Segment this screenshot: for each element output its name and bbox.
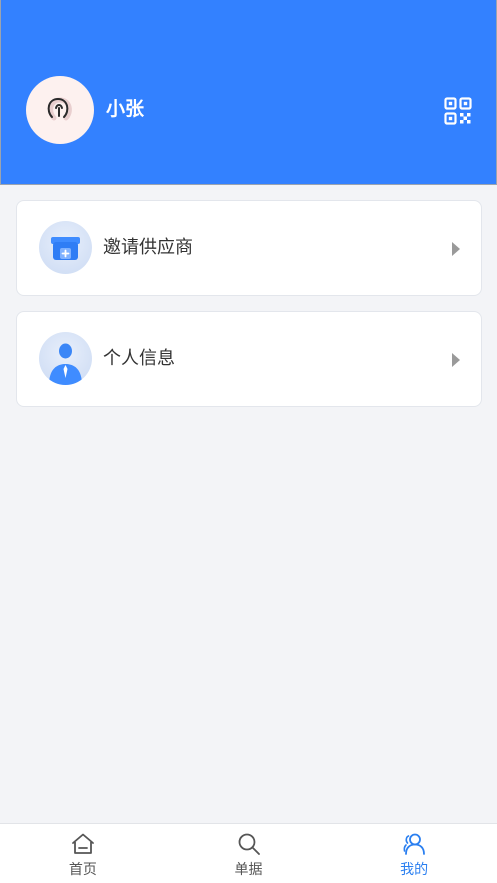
user-group-icon — [403, 833, 426, 855]
menu-item-label: 邀请供应商 — [103, 237, 193, 258]
search-icon — [238, 833, 260, 855]
profile-header: 小张 — [0, 0, 497, 185]
tab-documents[interactable]: 单据 — [166, 824, 332, 883]
tab-label: 我的 — [400, 862, 429, 878]
home-icon — [71, 833, 94, 854]
menu-item-personal-info[interactable]: 个人信息 — [16, 311, 482, 407]
bottom-tab-bar: 首页 单据 我的 — [0, 823, 497, 883]
menu-item-invite-supplier[interactable]: 邀请供应商 — [16, 200, 482, 296]
chevron-right-icon — [452, 242, 460, 256]
qr-code-button[interactable] — [444, 97, 472, 125]
tab-label: 首页 — [68, 862, 97, 878]
tab-mine[interactable]: 我的 — [331, 824, 497, 883]
menu-item-label: 个人信息 — [103, 348, 175, 369]
username: 小张 — [106, 98, 145, 120]
shop-plus-icon — [39, 221, 92, 274]
avatar[interactable] — [26, 76, 94, 144]
tab-home[interactable]: 首页 — [0, 824, 166, 883]
chevron-right-icon — [452, 353, 460, 367]
tab-label: 单据 — [234, 862, 263, 878]
avatar-face-icon — [47, 97, 72, 121]
person-tie-icon — [39, 332, 92, 385]
qr-code-icon — [444, 97, 472, 125]
